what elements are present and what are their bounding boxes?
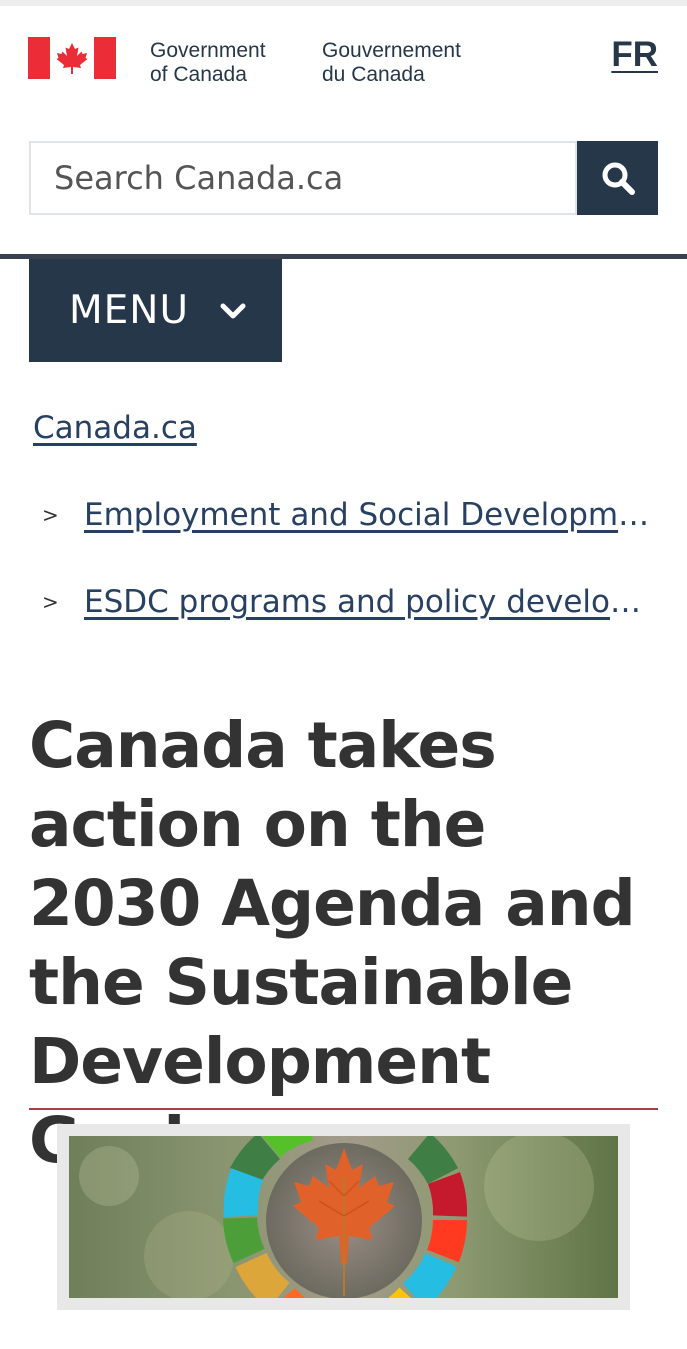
banner-image-frame — [57, 1124, 630, 1310]
breadcrumb-item: > ESDC programs and policy development — [42, 584, 662, 620]
site-header: Government of Canada Gouvernement du Can… — [0, 6, 687, 254]
signature-english[interactable]: Government of Canada — [150, 39, 266, 87]
menu-button[interactable]: MENU — [29, 259, 282, 362]
canada-flag-icon — [28, 37, 116, 79]
breadcrumb-home-link[interactable]: Canada.ca — [33, 410, 197, 446]
signature-fr-line2: du Canada — [322, 63, 425, 86]
search-box — [29, 141, 577, 215]
chevron-down-icon — [219, 301, 247, 321]
breadcrumb-link-esdc[interactable]: Employment and Social Development Canada — [84, 497, 650, 533]
signature-en-line1: Government — [150, 39, 266, 62]
signature-fr-line1: Gouvernement — [322, 39, 461, 62]
signature-french[interactable]: Gouvernement du Canada — [322, 39, 461, 87]
sdg-maple-leaf-banner-image — [69, 1136, 618, 1298]
breadcrumb-separator: > — [42, 590, 59, 614]
search-button[interactable] — [577, 141, 658, 215]
signature-en-line2: of Canada — [150, 63, 247, 86]
menu-label: MENU — [69, 288, 190, 333]
language-toggle-link[interactable]: FR — [611, 35, 658, 75]
breadcrumb-separator: > — [42, 503, 59, 527]
breadcrumb-link-programs[interactable]: ESDC programs and policy development — [84, 584, 650, 620]
search-icon — [602, 162, 635, 195]
search-input[interactable] — [31, 143, 575, 213]
breadcrumb-item: > Employment and Social Development Cana… — [42, 497, 662, 533]
title-underline — [29, 1108, 658, 1110]
